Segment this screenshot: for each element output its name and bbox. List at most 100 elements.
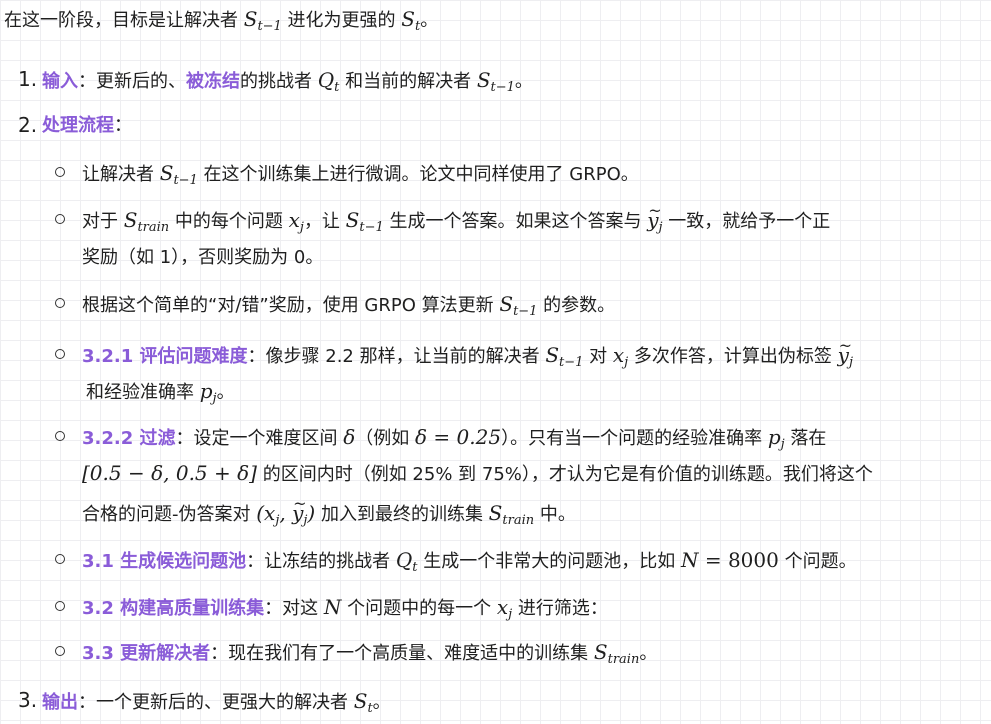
math-delta-eq: δ = 0.25	[415, 425, 502, 449]
sub-item-build-trainset: 3.2 构建高质量训练集：对这 N 个问题中的每一个 xj 进行筛选：	[82, 594, 608, 622]
sub-item-reward-line2: 奖励（如 1），否则奖励为 0。	[82, 245, 323, 271]
bullet-circle	[55, 431, 65, 441]
sub-text: 生成一个答案。如果这个答案与	[383, 211, 648, 232]
sub-text: ，让	[303, 211, 346, 232]
math-n: N	[323, 595, 342, 619]
math-s-next: St	[401, 7, 421, 34]
bullet-circle	[55, 214, 65, 224]
math-interval: [0.5 − δ, 0.5 + δ]	[82, 461, 257, 485]
sub-item-reward: 对于 Strain 中的每个问题 xj，让 St−1 生成一个答案。如果这个答案…	[82, 198, 831, 235]
math-s: St−1	[476, 68, 515, 95]
list-item-output: 输出：一个更新后的、更强大的解决者 St。	[42, 688, 391, 716]
math-p: pj	[767, 425, 785, 452]
intro-text-mid: 进化为更强的	[281, 10, 402, 31]
math-s: St	[353, 689, 373, 716]
item-title-input: 输入	[42, 71, 78, 92]
sub-text: 一致，就给予一个正	[662, 211, 831, 232]
math-pair: (xj, yj)	[256, 491, 315, 527]
sub-text: 生成一个非常大的问题池，比如	[417, 551, 681, 572]
math-x: xj	[288, 208, 304, 235]
math-n-value: = 8000	[698, 548, 779, 572]
sub-text: ）。只有当一个问题的经验准确率	[501, 428, 768, 449]
list-item-process: 处理流程：	[42, 113, 132, 139]
sub-item-candidate-pool: 3.1 生成候选问题池：让冻结的挑战者 Qt 生成一个非常大的问题池，比如 N …	[82, 547, 857, 575]
sub-text: 。	[639, 643, 658, 664]
sub-text: 在这个训练集上进行微调。论文中同样使用了 GRPO。	[197, 164, 639, 185]
sub-item-evaluate-difficulty: 3.2.1 评估问题难度：像步骤 2.2 那样，让当前的解决者 St−1 对 x…	[82, 333, 853, 370]
sub-text: 的区间内时（例如 25% 到 75%），才认为它是有价值的训练题。我们将这个	[256, 464, 873, 485]
sub-text: ：对这	[264, 598, 324, 619]
step-title-3-2-2: 3.2.2 过滤	[82, 428, 176, 449]
sub-text: 对于	[82, 211, 124, 232]
sub-item-filter-line3: 合格的问题-伪答案对 (xj, yj) 加入到最终的训练集 Strain 中。	[82, 491, 576, 528]
sub-text: ：设定一个难度区间	[175, 428, 344, 449]
math-s-train: Strain	[123, 208, 170, 235]
list-item-input: 输入：更新后的、被冻结的挑战者 Qt 和当前的解决者 St−1。	[42, 67, 533, 95]
item-text: ：一个更新后的、更强大的解决者	[78, 692, 354, 713]
item-text: 和当前的解决者	[339, 71, 477, 92]
item-text: 的挑战者	[240, 71, 318, 92]
math-x: xj	[612, 343, 629, 370]
bullet-circle	[55, 298, 65, 308]
sub-text: 让解决者	[82, 164, 160, 185]
list-number-1: 1.	[18, 67, 38, 91]
frozen-label: 被冻结	[186, 71, 240, 92]
sub-text: 根据这个简单的“对/错”奖励，使用 GRPO 算法更新	[82, 295, 500, 316]
sub-text: 的参数。	[537, 295, 616, 316]
sub-text: ：让冻结的挑战者	[246, 551, 396, 572]
sub-text: 奖励（如 1），否则奖励为 0。	[82, 247, 324, 268]
step-title-3-1: 3.1 生成候选问题池	[82, 551, 247, 572]
step-title-3-3: 3.3 更新解决者	[82, 643, 211, 664]
item-title-output: 输出	[42, 692, 78, 713]
math-delta: δ	[343, 425, 356, 449]
math-p: pj	[199, 379, 217, 406]
math-s: St−1	[499, 292, 538, 319]
sub-item-filter-line2: [0.5 − δ, 0.5 + δ] 的区间内时（例如 25% 到 75%），才…	[82, 460, 873, 488]
sub-text: ：现在我们有了一个高质量、难度适中的训练集	[210, 643, 594, 664]
sub-item-finetune: 让解决者 St−1 在这个训练集上进行微调。论文中同样使用了 GRPO。	[82, 160, 639, 188]
item-colon: ：	[114, 115, 132, 136]
bullet-circle	[55, 601, 65, 611]
sub-text: （例如	[355, 428, 416, 449]
list-number-2: 2.	[18, 113, 38, 137]
bullet-circle	[55, 349, 65, 359]
sub-text: 进行筛选：	[512, 598, 608, 619]
item-title-process: 处理流程	[42, 115, 114, 136]
step-title-3-2: 3.2 构建高质量训练集	[82, 598, 265, 619]
math-s: St−1	[545, 343, 584, 370]
sub-text: 个问题。	[778, 551, 857, 572]
math-q: Qt	[395, 548, 418, 575]
item-text: ：更新后的、	[78, 71, 186, 92]
sub-text: 落在	[784, 428, 827, 449]
math-s-train: Strain	[488, 501, 535, 528]
bullet-circle	[55, 167, 65, 177]
sub-text: 中的每个问题	[169, 211, 289, 232]
sub-text: 加入到最终的训练集	[315, 504, 489, 525]
math-s: St−1	[345, 208, 384, 235]
sub-text: 多次作答，计算出伪标签	[628, 346, 838, 367]
sub-text: ：像步骤 2.2 那样，让当前的解决者	[247, 346, 546, 367]
sub-text: 中。	[534, 504, 576, 525]
bullet-circle	[55, 554, 65, 564]
sub-text: 对	[583, 346, 613, 367]
sub-text: 合格的问题-伪答案对	[82, 504, 257, 525]
math-q: Qt	[317, 68, 340, 95]
math-y-tilde: yj	[838, 333, 853, 369]
math-s-prev: St−1	[243, 7, 282, 34]
item-end: 。	[372, 692, 391, 713]
bullet-circle	[55, 646, 65, 656]
sub-text: 和经验准确率	[86, 382, 200, 403]
sub-item-evaluate-line2: 和经验准确率 pj。	[86, 378, 235, 406]
intro-text: 在这一阶段，目标是让解决者	[4, 10, 244, 31]
sub-text: 。	[216, 382, 235, 403]
intro-end: 。	[420, 10, 439, 31]
math-s: St−1	[159, 161, 198, 188]
sub-item-grpo-update: 根据这个简单的“对/错”奖励，使用 GRPO 算法更新 St−1 的参数。	[82, 291, 615, 319]
math-s-train: Strain	[593, 640, 640, 667]
step-title-3-2-1: 3.2.1 评估问题难度	[82, 346, 248, 367]
math-n: N	[680, 548, 699, 572]
sub-text: 个问题中的每一个	[341, 598, 497, 619]
list-number-3: 3.	[18, 688, 38, 712]
intro-paragraph: 在这一阶段，目标是让解决者 St−1 进化为更强的 St。	[4, 6, 438, 34]
sub-item-filter: 3.2.2 过滤：设定一个难度区间 δ（例如 δ = 0.25）。只有当一个问题…	[82, 424, 826, 452]
